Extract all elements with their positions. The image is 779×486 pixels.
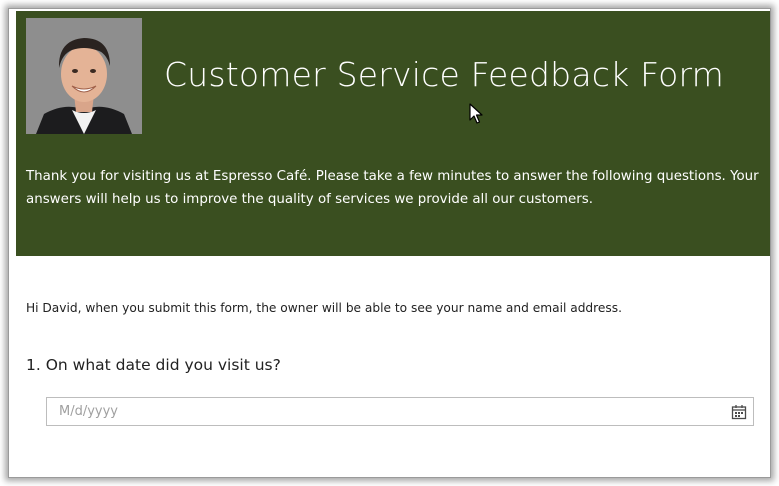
person-photo-icon (26, 18, 142, 134)
visit-date-input[interactable] (47, 398, 729, 425)
form-window: Customer Service Feedback Form Thank you… (8, 8, 771, 478)
visit-date-field[interactable] (46, 397, 754, 426)
mouse-cursor-icon (469, 103, 483, 129)
identity-notice: Hi David, when you submit this form, the… (26, 301, 622, 315)
page-title: Customer Service Feedback Form (164, 55, 725, 94)
owner-avatar (26, 18, 142, 134)
form-header: Customer Service Feedback Form Thank you… (16, 11, 770, 256)
intro-text: Thank you for visiting us at Espresso Ca… (26, 169, 759, 207)
calendar-icon[interactable] (731, 404, 747, 420)
question-1-label: 1. On what date did you visit us? (26, 356, 281, 374)
